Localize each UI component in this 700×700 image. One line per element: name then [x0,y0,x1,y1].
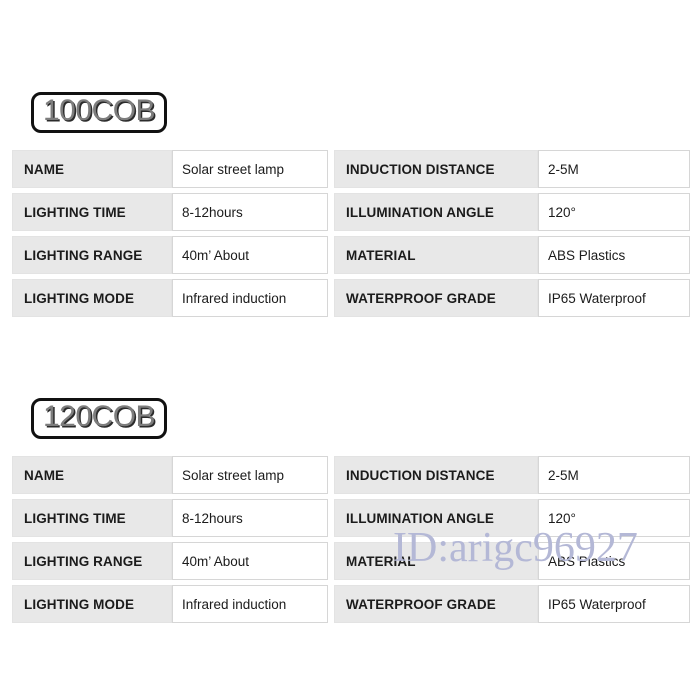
variant-badge-label: 120COB [43,400,156,433]
spec-table-left-column: NAME Solar street lamp LIGHTING TIME 8-1… [12,456,328,623]
spec-table-right-column: INDUCTION DISTANCE 2-5M ILLUMINATION ANG… [334,150,690,317]
spec-label: NAME [12,456,172,494]
spec-label: INDUCTION DISTANCE [334,150,538,188]
spec-label: MATERIAL [334,236,538,274]
spec-value: 8-12hours [172,499,328,537]
spec-value: IP65 Waterproof [538,279,690,317]
spec-label: LIGHTING TIME [12,193,172,231]
table-row: MATERIAL ABS Plastics [334,236,690,274]
spec-value: 2-5M [538,150,690,188]
spec-label: WATERPROOF GRADE [334,279,538,317]
spec-label: MATERIAL [334,542,538,580]
table-row: WATERPROOF GRADE IP65 Waterproof [334,279,690,317]
table-row: LIGHTING TIME 8-12hours [12,499,328,537]
spec-value: IP65 Waterproof [538,585,690,623]
variant-badge-120cob: 120COB [31,398,168,439]
table-row: LIGHTING TIME 8-12hours [12,193,328,231]
spec-value: 8-12hours [172,193,328,231]
table-row: WATERPROOF GRADE IP65 Waterproof [334,585,690,623]
spec-label: LIGHTING RANGE [12,236,172,274]
table-row: NAME Solar street lamp [12,150,328,188]
table-row: INDUCTION DISTANCE 2-5M [334,150,690,188]
spec-value: Infrared induction [172,585,328,623]
spec-value: 40m’ About [172,236,328,274]
variant-badge-100cob: 100COB [31,92,168,133]
product-spec-page: 100COB NAME Solar street lamp LIGHTING T… [0,0,700,700]
table-row: ILLUMINATION ANGLE 120° [334,193,690,231]
spec-section-100cob: 100COB NAME Solar street lamp LIGHTING T… [0,92,700,317]
spec-label: LIGHTING RANGE [12,542,172,580]
spec-table-right-column: INDUCTION DISTANCE 2-5M ILLUMINATION ANG… [334,456,690,623]
spec-label: ILLUMINATION ANGLE [334,193,538,231]
spec-label: INDUCTION DISTANCE [334,456,538,494]
variant-badge-label: 100COB [43,94,156,127]
spec-label: LIGHTING MODE [12,279,172,317]
spec-table-120cob: NAME Solar street lamp LIGHTING TIME 8-1… [0,456,700,623]
spec-label: ILLUMINATION ANGLE [334,499,538,537]
table-row: LIGHTING RANGE 40m’ About [12,236,328,274]
table-row: ILLUMINATION ANGLE 120° [334,499,690,537]
spec-value: 120° [538,193,690,231]
spec-table-100cob: NAME Solar street lamp LIGHTING TIME 8-1… [0,150,700,317]
spec-value: ABS Plastics [538,236,690,274]
spec-label: WATERPROOF GRADE [334,585,538,623]
spec-table-left-column: NAME Solar street lamp LIGHTING TIME 8-1… [12,150,328,317]
spec-label: NAME [12,150,172,188]
spec-label: LIGHTING MODE [12,585,172,623]
badge-row: 120COB [0,398,700,440]
table-row: LIGHTING RANGE 40m’ About [12,542,328,580]
table-row: MATERIAL ABS Plastics [334,542,690,580]
spec-value: 120° [538,499,690,537]
spec-value: Solar street lamp [172,150,328,188]
spec-value: ABS Plastics [538,542,690,580]
spec-value: Infrared induction [172,279,328,317]
spec-value: Solar street lamp [172,456,328,494]
table-row: LIGHTING MODE Infrared induction [12,279,328,317]
spec-label: LIGHTING TIME [12,499,172,537]
table-row: NAME Solar street lamp [12,456,328,494]
spec-section-120cob: 120COB NAME Solar street lamp LIGHTING T… [0,398,700,623]
spec-value: 40m’ About [172,542,328,580]
badge-row: 100COB [0,92,700,134]
spec-value: 2-5M [538,456,690,494]
table-row: LIGHTING MODE Infrared induction [12,585,328,623]
table-row: INDUCTION DISTANCE 2-5M [334,456,690,494]
